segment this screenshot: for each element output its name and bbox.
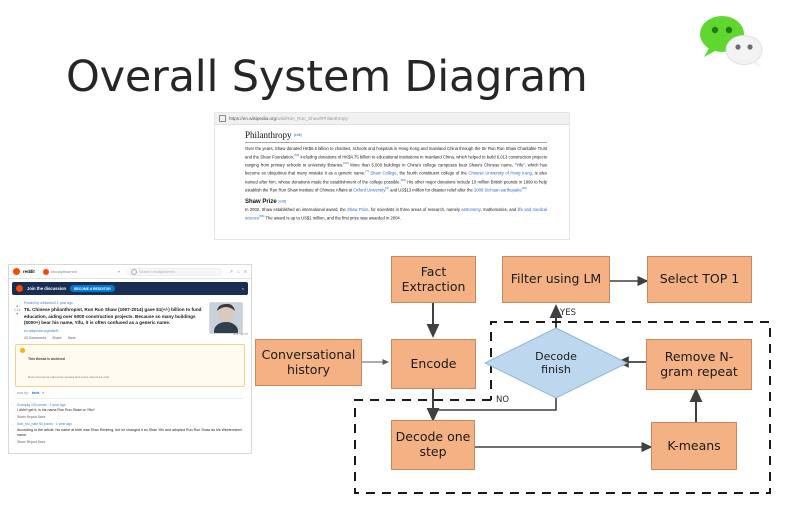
wiki-link-shaw-college[interactable]: Shaw College — [370, 171, 396, 176]
node-filter-using-lm[interactable]: Filter using LM — [502, 256, 610, 303]
comment-body: I didn't get it, is his name Run Run Sha… — [17, 408, 95, 413]
user-icon[interactable]: ⌂ — [237, 269, 240, 275]
node-label: Encode — [410, 355, 457, 371]
chevron-down-icon[interactable]: ▾ — [42, 391, 44, 395]
wiki-subsection-heading: Shaw Prize [edit] — [245, 199, 287, 206]
archived-subtitle: New comments cannot be posted and votes … — [28, 375, 110, 380]
node-label: Decode one step — [395, 429, 471, 459]
archived-title: This thread is archived — [28, 357, 65, 362]
sort-label: sort by: — [17, 390, 29, 395]
close-icon[interactable]: × — [242, 286, 244, 291]
reddit-post: ▲ 1.1k ▼ Posted by u/blumbo3 1 year ago … — [9, 298, 251, 340]
node-label: Select TOP 1 — [659, 271, 740, 287]
comments-link[interactable]: 23 Comments — [24, 336, 46, 340]
post-thumbnail-image[interactable] — [209, 302, 243, 334]
warning-icon — [20, 347, 25, 353]
comment-sort-row: sort by: best ▾ — [17, 391, 243, 399]
node-decode-one-step[interactable]: Decode one step — [391, 420, 475, 470]
comment-meta: Sub_Mu_nate 54 points · 1 year ago — [17, 422, 72, 427]
vote-column: ▲ 1.1k ▼ — [14, 304, 20, 316]
post-actions: 23 Comments Share Save — [24, 336, 246, 340]
page-title: Overall System Diagram — [66, 52, 588, 102]
comment-item: − Sub_Mu_nate 54 points · 1 year ago Acc… — [9, 419, 251, 444]
comment-actions[interactable]: Share Report Save — [17, 440, 243, 444]
wiki-link-oxford[interactable]: Oxford University — [353, 187, 385, 192]
wiki-link-sichuan[interactable]: 2008 Sichuan earthquake — [474, 187, 522, 192]
wechat-logo-icon — [695, 12, 767, 72]
wiki-paragraph-2: In 2002, Shaw established an internation… — [245, 207, 547, 221]
menu-icon[interactable]: ≡ — [244, 269, 247, 275]
reddit-logo-icon — [16, 285, 23, 292]
post-title[interactable]: TIL Chinese philanthropist, Run Run Shaw… — [24, 307, 204, 327]
search-icon — [131, 268, 138, 275]
system-flowchart: Fact Extraction Filter using LM Select TO… — [255, 240, 785, 510]
collapse-icon[interactable]: − — [12, 423, 14, 427]
node-label: Filter using LM — [510, 271, 602, 287]
node-encode[interactable]: Encode — [391, 339, 476, 389]
lock-icon — [219, 115, 226, 122]
sort-value[interactable]: best — [32, 391, 39, 395]
downvote-arrow-icon[interactable]: ▼ — [16, 312, 19, 316]
search-placeholder: Search r/todayilearned — [139, 269, 176, 274]
reddit-logo-icon[interactable] — [13, 268, 20, 275]
wiki-edit-link[interactable]: [edit] — [294, 133, 302, 137]
node-label: K-means — [667, 437, 721, 453]
comment-body: According to the article, his name at bi… — [17, 427, 242, 438]
node-label: Fact Extraction — [401, 263, 466, 294]
node-kmeans[interactable]: K-means — [651, 422, 737, 470]
become-redditor-button[interactable]: BECOME A REDDITOR — [70, 284, 115, 293]
wiki-edit-link-2[interactable]: [edit] — [278, 200, 286, 204]
save-link[interactable]: Save — [68, 336, 76, 340]
node-conversational-history[interactable]: Conversational history — [255, 339, 362, 386]
wiki-link-shaw-prize[interactable]: Shaw Prize — [347, 207, 368, 212]
subreddit-selector[interactable]: r/todayilearned — [42, 268, 78, 275]
comment-meta: Grumpig 103 points · 1 year ago — [17, 402, 66, 407]
subreddit-name: r/todayilearned — [50, 269, 78, 274]
wiki-paragraph: Over the years, Shaw donated HK$6.5 bill… — [245, 145, 547, 193]
wikipedia-screenshot: https://en.wikipedia.org/wiki/Run_Run_Sh… — [214, 112, 570, 240]
archived-notice: This thread is archived New comments can… — [15, 343, 245, 387]
banner-text: Join the discussion — [27, 286, 67, 291]
node-fact-extraction[interactable]: Fact Extraction — [391, 256, 476, 303]
comment-item: − Grumpig 103 points · 1 year ago I didn… — [9, 399, 251, 419]
browser-url-bar[interactable]: https://en.wikipedia.org/wiki/Run_Run_Sh… — [215, 113, 569, 125]
node-remove-ngram-repeat[interactable]: Remove N-gram repeat — [646, 339, 752, 390]
collapse-icon[interactable]: − — [12, 403, 14, 407]
node-label: Remove N-gram repeat — [660, 348, 738, 379]
wiki-section-heading: Philanthropy [edit] — [245, 130, 547, 143]
trending-icon[interactable]: ↗ — [229, 269, 233, 275]
node-select-top-1[interactable]: Select TOP 1 — [647, 256, 752, 303]
wiki-link-astronomy[interactable]: astronomy — [461, 207, 480, 212]
search-input[interactable]: Search r/todayilearned — [127, 267, 222, 276]
url-text: https://en.wikipedia.org/wiki/Run_Run_Sh… — [229, 116, 348, 121]
wiki-link-cuhk[interactable]: Chinese University of Hong Kong — [468, 171, 531, 176]
chevron-down-icon[interactable]: ▾ — [118, 269, 120, 274]
edge-label-no: NO — [496, 395, 510, 405]
post-right-meta: hide report — [232, 332, 248, 336]
node-label: Conversational history — [261, 346, 356, 377]
reddit-wordmark: reddit — [23, 269, 35, 274]
share-link[interactable]: Share — [52, 336, 61, 340]
join-discussion-banner: Join the discussion BECOME A REDDITOR × — [12, 282, 248, 295]
reddit-top-bar: reddit r/todayilearned ▾ Search r/todayi… — [9, 265, 251, 279]
edge-label-yes: YES — [560, 308, 576, 318]
reddit-screenshot: reddit r/todayilearned ▾ Search r/todayi… — [8, 264, 252, 454]
subreddit-icon — [42, 268, 49, 275]
